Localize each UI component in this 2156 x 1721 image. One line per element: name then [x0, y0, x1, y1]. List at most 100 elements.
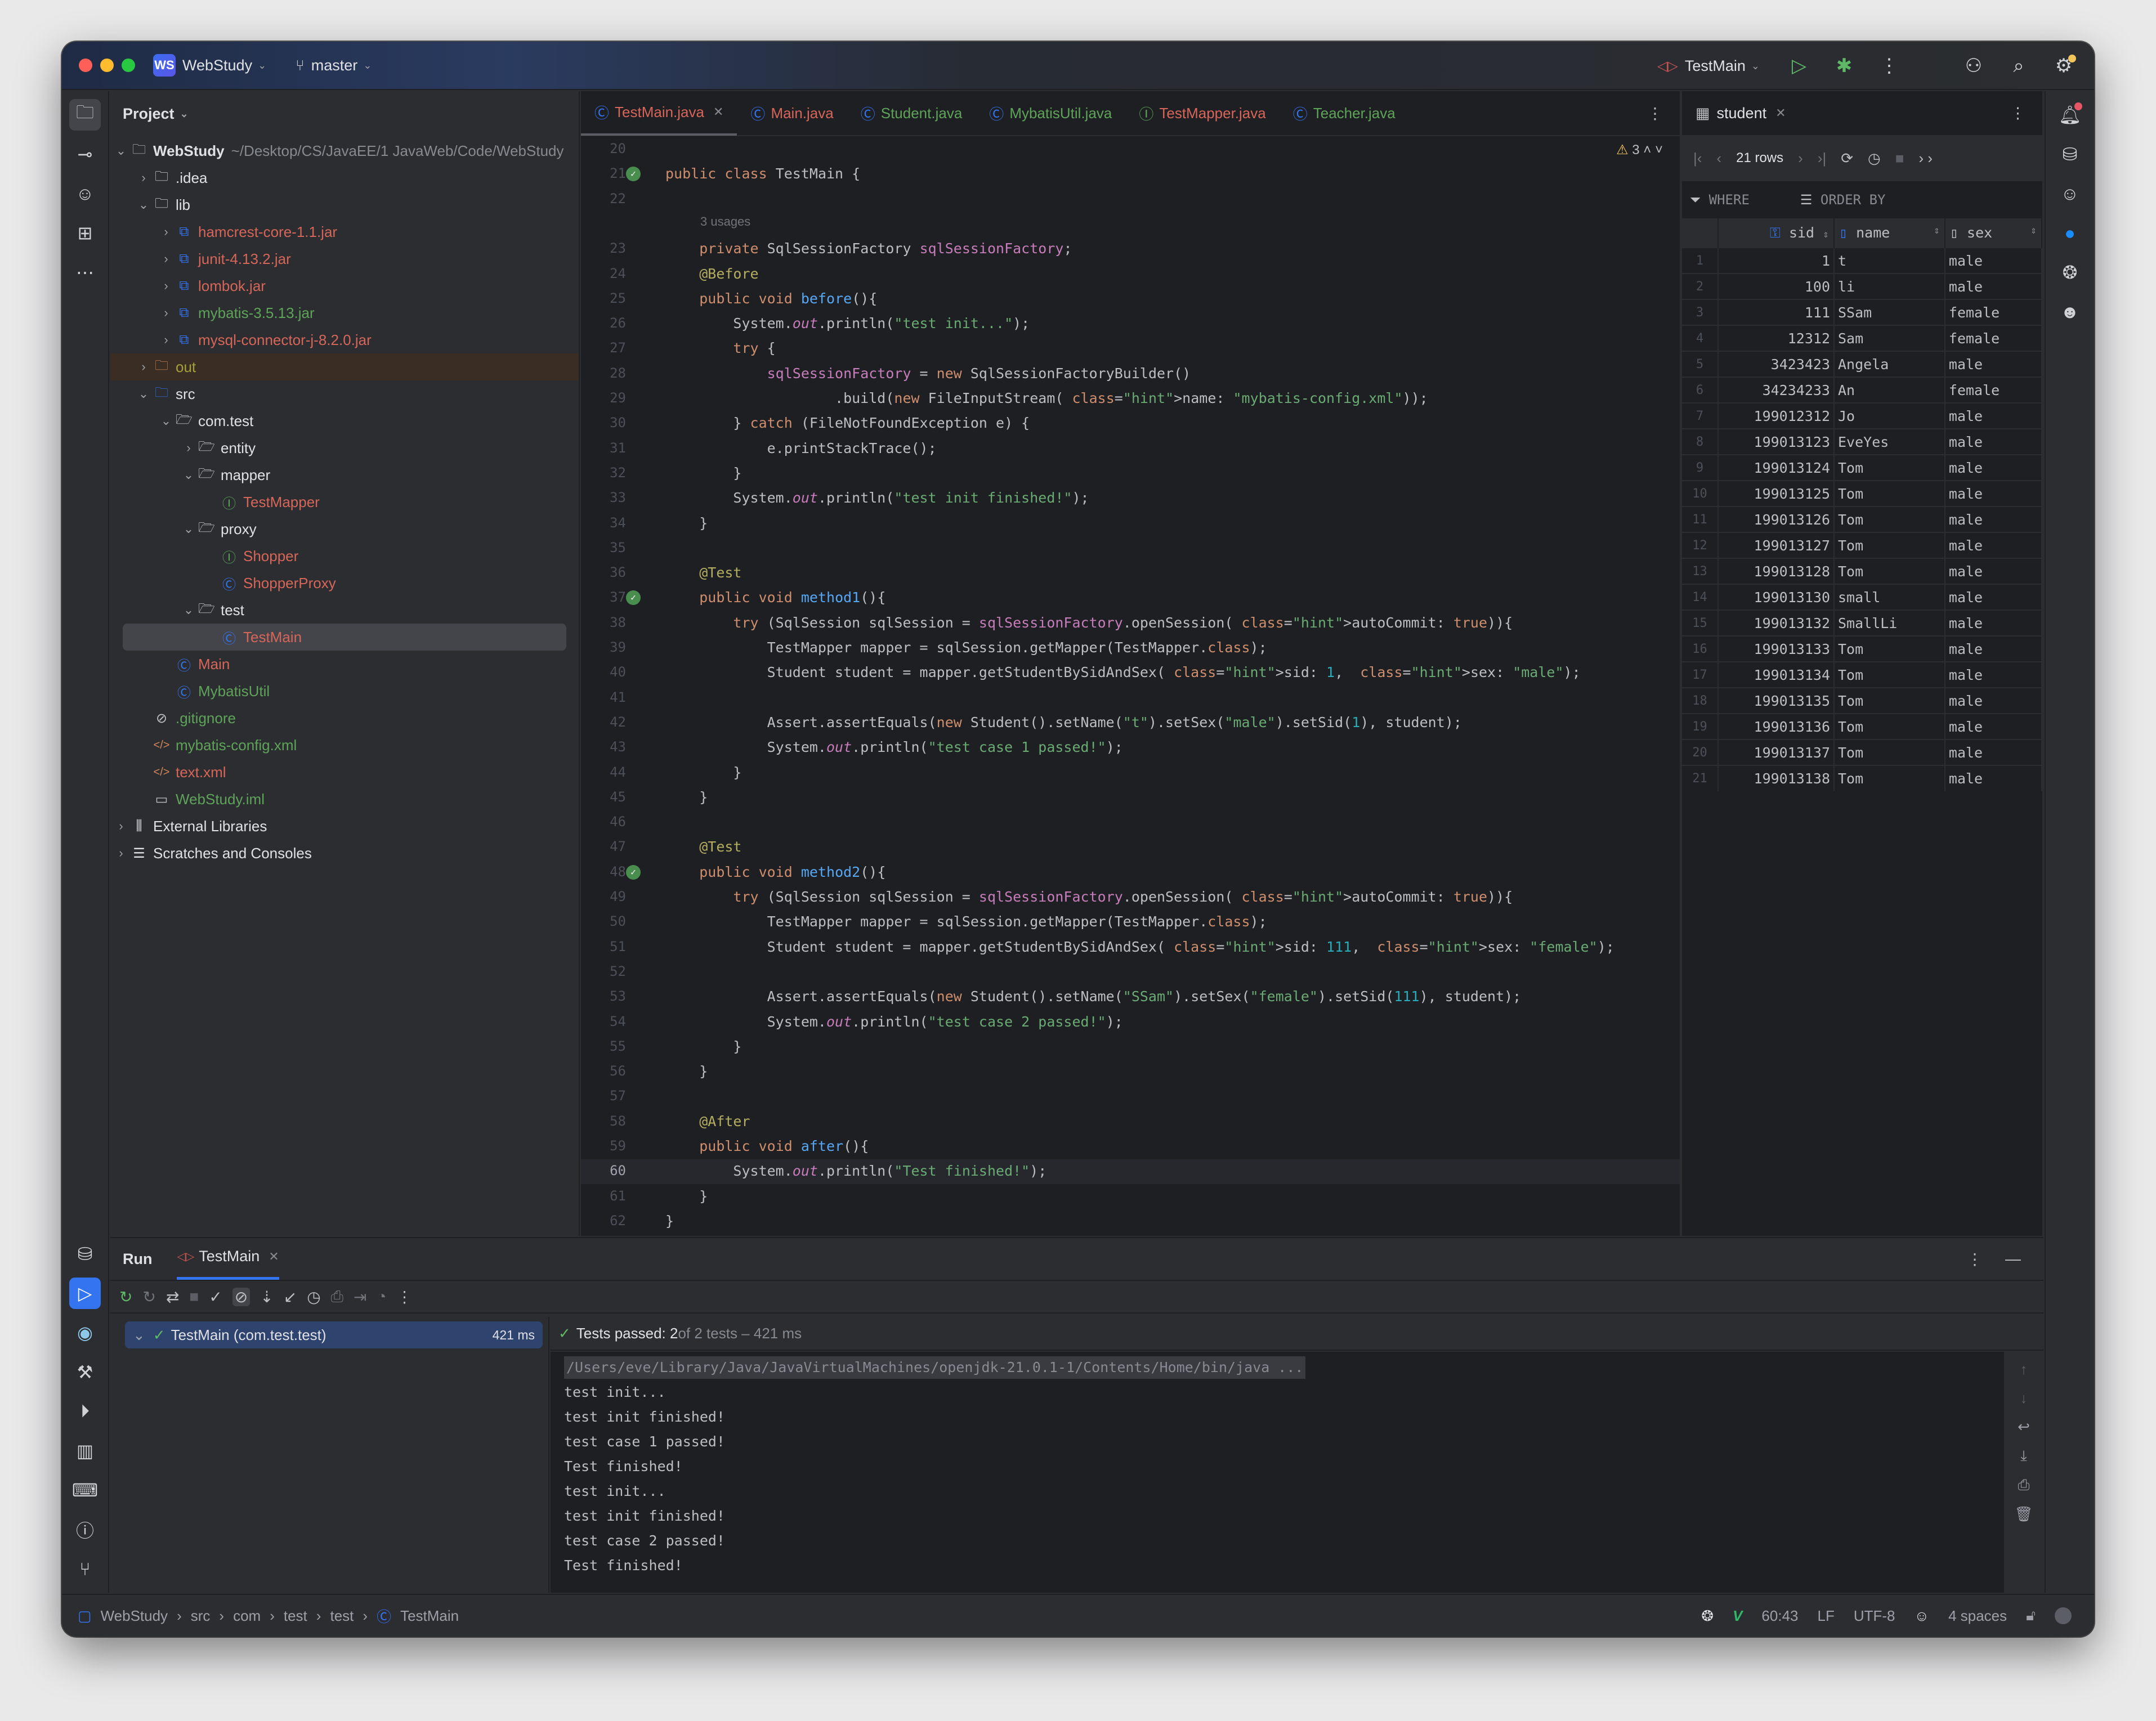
- first-page-icon[interactable]: |‹: [1693, 150, 1702, 167]
- order-by-filter[interactable]: ☰ ORDER BY: [1800, 192, 1886, 208]
- tree-item[interactable]: › ⧉ lombok.jar: [110, 272, 579, 299]
- cell-sex[interactable]: male: [1944, 532, 2043, 558]
- cell-sid[interactable]: 12312: [1718, 325, 1835, 351]
- bookmarks-icon[interactable]: ▥: [69, 1435, 101, 1467]
- arrow-down-icon[interactable]: ↓: [2020, 1390, 2028, 1407]
- cell-name[interactable]: An: [1834, 377, 1945, 403]
- cell-name[interactable]: Tom: [1834, 506, 1945, 532]
- last-page-icon[interactable]: ›|: [1818, 150, 1826, 167]
- sort-arrows-icon[interactable]: ⇕: [2030, 225, 2037, 236]
- cell-sex[interactable]: male: [1944, 558, 2043, 584]
- cell-sex[interactable]: male: [1944, 402, 2043, 429]
- database-icon[interactable]: ⛁: [69, 1238, 101, 1270]
- tree-item[interactable]: ▭ WebStudy.iml: [110, 786, 579, 813]
- camera-icon[interactable]: ⎙: [331, 1288, 343, 1306]
- copilot-icon[interactable]: ☺: [2054, 178, 2086, 209]
- cell-sex[interactable]: male: [1944, 739, 2043, 765]
- cell-sex[interactable]: male: [1944, 687, 2043, 714]
- breadcrumb-item[interactable]: test: [284, 1607, 307, 1625]
- table-row[interactable]: 15 199013132 SmallLi male: [1682, 609, 2043, 636]
- openai-icon[interactable]: ❂: [1701, 1607, 1714, 1625]
- tree-item[interactable]: Ⓘ TestMapper: [110, 488, 579, 516]
- add-user-icon[interactable]: ⚇: [1951, 49, 1996, 83]
- cell-name[interactable]: Tom: [1834, 765, 1945, 791]
- tree-item[interactable]: ⌄ 🗁 test: [110, 597, 579, 624]
- refresh-icon[interactable]: ⟳: [1841, 150, 1853, 167]
- chevron-down-icon[interactable]: ⌄: [135, 198, 152, 212]
- cell-sid[interactable]: 199013135: [1718, 687, 1835, 714]
- run-config-selector[interactable]: TestMain: [1685, 57, 1746, 75]
- console-output[interactable]: /Users/eve/Library/Java/JavaVirtualMachi…: [551, 1352, 2004, 1593]
- chevron-down-icon[interactable]: ⌄: [133, 1326, 145, 1344]
- chevron-right-icon[interactable]: ›: [158, 306, 175, 320]
- tree-item-selected[interactable]: Ⓒ TestMain: [123, 624, 566, 651]
- cell-sid[interactable]: 199013123: [1718, 428, 1835, 455]
- git-icon[interactable]: ⑂: [69, 1553, 101, 1585]
- table-row[interactable]: 18 199013135 Tom male: [1682, 687, 2043, 714]
- problems-icon[interactable]: ⓘ: [69, 1514, 101, 1545]
- cell-sex[interactable]: female: [1944, 377, 2043, 403]
- sort-icon[interactable]: ⇣: [260, 1288, 273, 1306]
- stop-icon[interactable]: ■: [189, 1288, 199, 1306]
- notifications-bell-icon[interactable]: 🔔︎: [2054, 99, 2086, 131]
- cell-sid[interactable]: 199013127: [1718, 532, 1835, 558]
- tree-item[interactable]: › ⫼ External Libraries: [110, 813, 579, 840]
- tree-item[interactable]: › 🗀 out: [110, 353, 579, 380]
- cell-sid[interactable]: 111: [1718, 299, 1835, 325]
- tab-testmain[interactable]: ◁▷ TestMain ✕: [177, 1238, 279, 1280]
- tree-item[interactable]: › ⧉ hamcrest-core-1.1.jar: [110, 218, 579, 245]
- cell-sid[interactable]: 199013125: [1718, 480, 1835, 507]
- where-filter[interactable]: ⏷ WHERE: [1690, 192, 1750, 208]
- cell-name[interactable]: SSam: [1834, 299, 1945, 325]
- editor-tab[interactable]: Ⓒ Main.java: [737, 91, 847, 136]
- chevron-right-icon[interactable]: ›: [158, 279, 175, 293]
- cell-name[interactable]: Tom: [1834, 480, 1945, 507]
- scroll-to-end-icon[interactable]: ⤓: [2020, 1447, 2027, 1465]
- column-header-name[interactable]: ▯ name ⇕: [1834, 218, 1945, 248]
- cell-sex[interactable]: female: [1944, 325, 2043, 351]
- breadcrumb-item[interactable]: WebStudy: [101, 1607, 168, 1625]
- sort-arrows-icon[interactable]: ⇕: [1934, 225, 1940, 236]
- cell-name[interactable]: Jo: [1834, 402, 1945, 429]
- chevron-down-icon[interactable]: ⌄: [180, 468, 197, 482]
- cell-name[interactable]: Tom: [1834, 661, 1945, 688]
- cell-sex[interactable]: male: [1944, 428, 2043, 455]
- chevron-right-icon[interactable]: ›: [135, 360, 152, 374]
- tree-item[interactable]: › 🗁 entity: [110, 434, 579, 461]
- memory-indicator[interactable]: [2055, 1607, 2072, 1624]
- table-row[interactable]: 17 199013134 Tom male: [1682, 661, 2043, 688]
- chevron-right-icon[interactable]: ›: [158, 225, 175, 239]
- branch-selector[interactable]: master: [311, 57, 358, 74]
- tree-item[interactable]: ⌄ 🗀 src: [110, 380, 579, 407]
- tree-item[interactable]: › ⧉ mysql-connector-j-8.2.0.jar: [110, 326, 579, 353]
- cell-sex[interactable]: male: [1944, 713, 2043, 740]
- chevron-down-icon[interactable]: ⌄: [113, 144, 129, 158]
- rows-selector[interactable]: 21 rows: [1736, 150, 1783, 166]
- project-folder-icon[interactable]: 🗀: [69, 99, 101, 131]
- cell-sid[interactable]: 199013128: [1718, 558, 1835, 584]
- chevron-right-icon[interactable]: ›: [113, 846, 129, 860]
- toggle-auto-test-icon[interactable]: ⇄: [166, 1288, 179, 1306]
- close-window-button[interactable]: [79, 59, 92, 72]
- table-row[interactable]: 16 199013133 Tom male: [1682, 635, 2043, 662]
- table-row[interactable]: 3 111 SSam female: [1682, 299, 2043, 325]
- chevron-right-icon[interactable]: ›: [158, 252, 175, 266]
- chevron-down-icon[interactable]: ⌄: [180, 522, 197, 536]
- cell-sex[interactable]: male: [1944, 609, 2043, 636]
- vim-plugin-icon[interactable]: V: [1733, 1607, 1742, 1625]
- tree-item[interactable]: ⊘ .gitignore: [110, 705, 579, 732]
- test-tree-item[interactable]: ⌄ ✓ TestMain (com.test.test) 421 ms: [125, 1321, 543, 1348]
- rerun-icon[interactable]: ↻: [119, 1288, 132, 1306]
- services-icon[interactable]: ⏵: [69, 1396, 101, 1427]
- cell-sex[interactable]: female: [1944, 299, 2043, 325]
- history-clock-icon[interactable]: ◷: [307, 1288, 320, 1306]
- table-row[interactable]: 19 199013136 Tom male: [1682, 713, 2043, 740]
- cell-name[interactable]: Sam: [1834, 325, 1945, 351]
- cell-sex[interactable]: male: [1944, 247, 2043, 274]
- copilot-icon[interactable]: ☺: [69, 178, 101, 209]
- cell-name[interactable]: EveYes: [1834, 428, 1945, 455]
- tree-item[interactable]: › ⧉ mybatis-3.5.13.jar: [110, 299, 579, 326]
- cell-sex[interactable]: male: [1944, 661, 2043, 688]
- tab-student[interactable]: ▦ student ✕ ⋮: [1682, 91, 2042, 136]
- chevron-right-icon[interactable]: ›: [180, 441, 197, 455]
